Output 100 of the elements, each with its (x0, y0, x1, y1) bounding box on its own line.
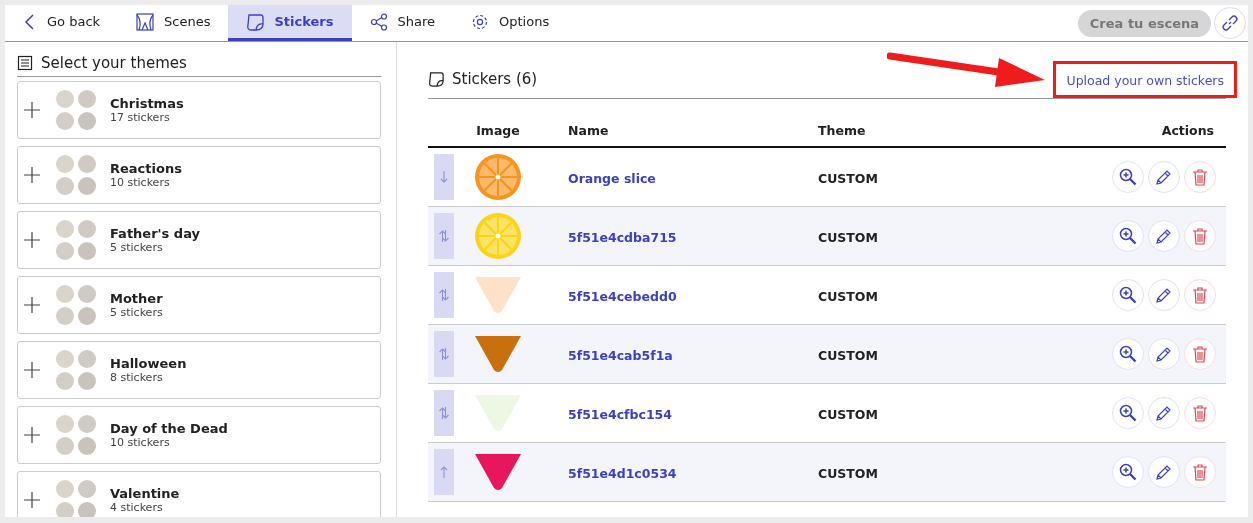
zoom-in-button[interactable] (1112, 338, 1144, 370)
edit-button[interactable] (1148, 338, 1180, 370)
nav-tab[interactable]: Scenes (118, 5, 229, 41)
sticker-count: 17 stickers (110, 111, 171, 124)
nav-tab[interactable]: Stickers (228, 5, 352, 41)
sticker-name-link[interactable]: 5f51e4cab5f1a (568, 347, 673, 363)
theme-card[interactable]: Valentine 4 stickers (17, 471, 381, 517)
zoom-in-button[interactable] (1112, 279, 1144, 311)
sticker-thumbnails-drawing (54, 478, 98, 517)
upload-link[interactable]: Upload your own stickers (1066, 72, 1224, 88)
edit-button[interactable] (1148, 456, 1180, 488)
sticker-name-link[interactable]: 5f51e4cdba715 (568, 229, 677, 245)
nav-tab[interactable]: Options (453, 5, 568, 41)
zoom-in-icon (1119, 345, 1137, 363)
delete-button[interactable] (1184, 220, 1216, 252)
chevron-left-icon (23, 12, 37, 31)
zoom-in-icon (1119, 168, 1137, 186)
back-button[interactable]: Go back (5, 5, 119, 41)
sticker-icon (428, 71, 444, 87)
zoom-in-button[interactable] (1112, 397, 1144, 429)
edit-button[interactable] (1148, 279, 1180, 311)
sticker-name-link[interactable]: Orange slice (568, 170, 656, 186)
edit-button[interactable] (1148, 397, 1180, 429)
plus-icon (22, 100, 42, 120)
trash-icon (1191, 463, 1209, 481)
theme-name: Christmas (110, 96, 184, 111)
delete-button[interactable] (1184, 338, 1216, 370)
arrow-icon (439, 347, 449, 361)
list-icon (17, 55, 33, 71)
sticker-thumbnails-drawing (54, 218, 98, 262)
zoom-in-button[interactable] (1112, 220, 1144, 252)
column-header: Theme (818, 119, 959, 147)
theme-card[interactable]: Mother 5 stickers (17, 276, 381, 334)
theme-card[interactable]: Christmas 17 stickers (17, 81, 381, 139)
sticker-count: 10 stickers (110, 436, 171, 449)
trash-icon (1191, 345, 1209, 363)
theme-name: Halloween (110, 356, 187, 371)
edit-button[interactable] (1148, 161, 1180, 193)
sticker-thumbnails-drawing (54, 88, 98, 132)
drag-handle[interactable] (434, 331, 454, 377)
sticker-name-link[interactable]: 5f51e4cebedd0 (568, 288, 677, 304)
column-header: Image (466, 119, 530, 147)
plus-icon (22, 165, 42, 185)
column-header: Name (530, 119, 818, 147)
edit-button[interactable] (1148, 220, 1180, 252)
delete-button[interactable] (1184, 279, 1216, 311)
zoom-in-button[interactable] (1112, 456, 1144, 488)
theme-card[interactable]: Reactions 10 stickers (17, 146, 381, 204)
sticker-count: 10 stickers (110, 176, 171, 189)
arrow-icon (439, 170, 449, 184)
sticker-thumbnails-drawing (54, 348, 98, 392)
plus-icon (22, 490, 42, 510)
drag-handle[interactable] (434, 390, 454, 436)
link-icon (1221, 14, 1239, 32)
theme-name: Reactions (110, 161, 182, 176)
sticker-thumbnails-drawing (54, 153, 98, 197)
arrow-icon (439, 229, 449, 243)
section-title: Stickers (6) (452, 70, 538, 88)
sticker-count: 5 stickers (110, 241, 164, 254)
delete-button[interactable] (1184, 456, 1216, 488)
theme-cell: CUSTOM (818, 465, 878, 481)
trash-icon (1191, 286, 1209, 304)
zoom-in-button[interactable] (1112, 161, 1144, 193)
panel-title: Select your themes (41, 54, 187, 72)
theme-card[interactable]: Halloween 8 stickers (17, 341, 381, 399)
theme-name: Day of the Dead (110, 421, 228, 436)
arrow-icon (439, 465, 449, 479)
arrow-icon (439, 288, 449, 302)
sticker-count: 5 stickers (110, 306, 163, 319)
column-header: Actions (958, 119, 1226, 147)
sticker-name-link[interactable]: 5f51e4d1c0534 (568, 465, 677, 481)
theme-card[interactable]: Father's day 5 stickers (17, 211, 381, 269)
theme-cell: CUSTOM (818, 170, 878, 186)
trash-icon (1191, 168, 1209, 186)
trash-icon (1191, 404, 1209, 422)
theme-card[interactable]: Day of the Dead 10 stickers (17, 406, 381, 464)
theme-cell: CUSTOM (818, 406, 878, 422)
drag-handle[interactable] (434, 154, 454, 200)
zoom-in-icon (1119, 227, 1137, 245)
sticker-thumbnails-drawing (54, 413, 98, 457)
pencil-icon (1155, 345, 1173, 363)
drag-handle[interactable] (434, 272, 454, 318)
zoom-in-icon (1119, 463, 1137, 481)
delete-button[interactable] (1184, 161, 1216, 193)
pencil-icon (1155, 404, 1173, 422)
plus-icon (22, 360, 42, 380)
plus-icon (22, 425, 42, 445)
theme-name: Valentine (110, 486, 180, 501)
drag-handle[interactable] (434, 213, 454, 259)
drag-handle[interactable] (434, 449, 454, 495)
theme-cell: CUSTOM (818, 347, 878, 363)
link-button[interactable] (1214, 7, 1246, 39)
sticker-thumbnails-drawing (54, 283, 98, 327)
sticker-name-link[interactable]: 5f51e4cfbc154 (568, 406, 672, 422)
pencil-icon (1155, 227, 1173, 245)
delete-button[interactable] (1184, 397, 1216, 429)
stage-icon (136, 12, 155, 31)
share-icon (369, 12, 388, 31)
pencil-icon (1155, 463, 1173, 481)
nav-tab[interactable]: Share (351, 5, 453, 41)
